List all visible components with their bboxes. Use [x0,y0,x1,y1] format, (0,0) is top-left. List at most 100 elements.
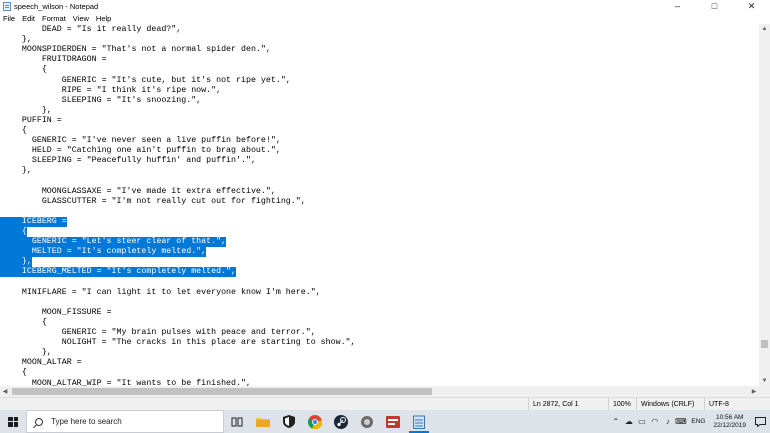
text-line-content: { [2,65,47,75]
text-line: }, [2,106,52,116]
menu-help[interactable]: Help [96,14,111,23]
text-line-content: MELTED = "It's completely melted.", [2,247,207,257]
text-line: ICEBERG_MELTED = "It's completely melted… [0,267,237,278]
text-line-content: RIPE = "I think it's ripe now.", [2,85,222,95]
text-line: HELD = "Catching one ain't puffin to bra… [2,146,281,156]
horizontal-scroll-thumb[interactable] [12,388,432,395]
scroll-up-arrow-icon[interactable]: ▲ [759,24,770,34]
text-line: NOLIGHT = "The cracks in this place are … [2,338,356,348]
security-shield-icon[interactable] [276,410,302,433]
vertical-scroll-thumb[interactable] [761,340,768,348]
text-line-content: { [2,368,27,378]
text-line: FRUITDRAGON = [2,55,107,65]
search-placeholder: Type here to search [51,417,122,426]
notepad-icon [3,1,11,11]
text-line-content: DEAD = "Is it really dead?", [2,25,182,34]
text-line: DEAD = "Is it really dead?", [2,25,181,35]
text-line-content: MINIFLARE = "I can light it to let every… [2,287,321,297]
horizontal-scrollbar[interactable]: ◀ ▶ [0,386,759,397]
app-circle-icon[interactable] [354,410,380,433]
text-line: GENERIC = "I've never seen a live puffin… [2,136,281,146]
text-line-content: GENERIC = "I've never seen a live puffin… [2,136,281,146]
taskbar: Type here to search ⌃ ☁ ▭ ◠ ♪ ⌨ ENG 10:5… [0,410,770,433]
volume-icon[interactable]: ♪ [661,410,674,433]
start-button[interactable] [0,410,26,433]
text-line-content: { [2,317,47,327]
text-line-content: }, [2,166,32,176]
text-line: MOON_ALTAR = [2,358,82,368]
text-line: MOON_FISSURE = [2,308,112,318]
text-line-content: GLASSCUTTER = "I'm not really cut out fo… [2,196,306,206]
title-bar: speech_wilson - Notepad – □ ✕ [0,0,770,12]
menu-file[interactable]: File [3,14,15,23]
cursor-position: Ln 2872, Col 1 [528,398,608,410]
text-line: }, [2,166,32,176]
text-line-content: MOON_FISSURE = [2,307,112,317]
text-line: SLEEPING = "It's snoozing.", [2,96,201,106]
input-language[interactable]: ENG [687,418,709,425]
text-line-content: PUFFIN = [2,115,62,125]
text-line-content: FRUITDRAGON = [2,55,107,65]
text-editor-area[interactable]: DEAD = "Is it really dead?", }, MOONSPID… [0,24,759,386]
network-icon[interactable]: ◠ [648,410,661,433]
text-line-content: MOON_ALTAR_WIP = "It wants to be finishe… [2,378,251,387]
text-line: MOONGLASSAXE = "I've made it extra effec… [2,187,276,197]
scroll-right-arrow-icon[interactable]: ▶ [749,386,759,397]
text-line-content: }, [2,348,52,358]
task-view-icon[interactable] [224,410,250,433]
chrome-icon[interactable] [302,410,328,433]
cloud-icon[interactable]: ☁ [622,410,635,433]
app-red-icon[interactable] [380,410,406,433]
text-line: GENERIC = "My brain pulses with peace an… [2,328,316,338]
text-line-content: }, [2,257,32,267]
text-line: MOONSPIDERDEN = "That's not a normal spi… [2,45,271,55]
chevron-up-icon[interactable]: ⌃ [609,410,622,433]
clock[interactable]: 10:56 AM 22/12/2019 [709,414,750,430]
windows-logo-icon [8,416,18,427]
text-line-content: { [2,227,27,236]
window-title: speech_wilson - Notepad [14,1,99,11]
text-line-content: HELD = "Catching one ain't puffin to bra… [2,146,281,156]
text-line: SLEEPING = "Peacefully huffin' and puffi… [2,156,256,166]
vertical-scrollbar[interactable]: ▲ ▼ [759,24,770,386]
minimize-button[interactable]: – [659,0,696,12]
text-line: MELTED = "It's completely melted.", [0,247,207,258]
file-explorer-icon[interactable] [250,410,276,433]
text-line-content: GENERIC = "Let's steer clear of that.", [2,237,227,247]
text-line: GENERIC = "Let's steer clear of that.", [0,237,227,248]
menu-bar: File Edit Format View Help [0,12,770,24]
keyboard-icon[interactable]: ⌨ [674,410,687,433]
battery-icon[interactable]: ▭ [635,410,648,433]
taskbar-search-box[interactable]: Type here to search [26,410,224,433]
text-line: RIPE = "I think it's ripe now.", [2,86,221,96]
text-line-content: GENERIC = "My brain pulses with peace an… [2,328,316,337]
text-line-content: MOONGLASSAXE = "I've made it extra effec… [2,186,276,196]
steam-icon[interactable] [328,410,354,433]
text-line: MINIFLARE = "I can light it to let every… [2,288,321,298]
text-line: { [2,126,27,136]
menu-edit[interactable]: Edit [22,14,35,23]
line-ending: Windows (CRLF) [636,398,704,410]
system-tray: ⌃ ☁ ▭ ◠ ♪ ⌨ ENG 10:56 AM 22/12/2019 [609,410,770,433]
scroll-left-arrow-icon[interactable]: ◀ [0,386,10,397]
notifications-icon[interactable] [750,410,770,433]
scroll-down-arrow-icon[interactable]: ▼ [759,376,770,386]
text-line-content: }, [2,105,52,115]
text-line-content: MOON_ALTAR = [2,358,82,368]
text-line: }, [0,257,32,268]
menu-view[interactable]: View [73,14,89,23]
window-controls: – □ ✕ [659,0,770,12]
text-line: { [2,65,47,75]
text-line-content: NOLIGHT = "The cracks in this place are … [2,338,356,348]
maximize-button[interactable]: □ [696,0,733,12]
text-line-content: SLEEPING = "It's snoozing.", [2,95,202,105]
text-line: ICEBERG = [0,216,67,227]
notepad-taskbar-icon[interactable] [406,410,432,433]
text-line-content: SLEEPING = "Peacefully huffin' and puffi… [2,156,256,166]
close-button[interactable]: ✕ [733,0,770,12]
menu-format[interactable]: Format [42,14,66,23]
text-line-content: GENERIC = "It's cute, but it's not ripe … [2,75,291,85]
text-line-content: { [2,126,27,135]
text-line: }, [2,348,52,358]
text-line: PUFFIN = [2,116,62,126]
